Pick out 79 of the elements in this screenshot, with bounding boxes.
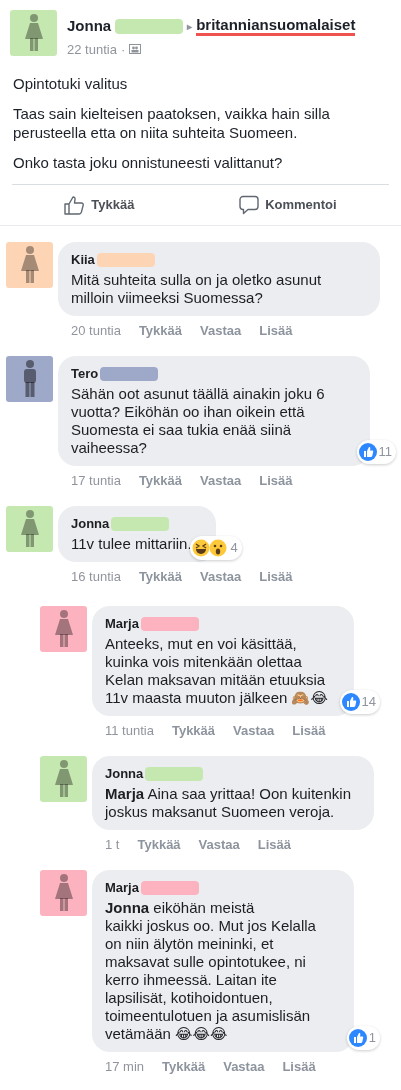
avatar[interactable] xyxy=(40,870,87,916)
group-name-link[interactable]: britanniansuomalaiset xyxy=(196,16,356,36)
comment-action-link[interactable]: Vastaa xyxy=(223,1056,265,1076)
thumbs-up-icon xyxy=(64,195,86,215)
reaction-count-pill[interactable]: 14 xyxy=(339,690,380,714)
comment-action-link[interactable]: Vastaa xyxy=(200,566,242,586)
comment-action-link[interactable]: Lisää xyxy=(257,834,292,854)
avatar[interactable] xyxy=(40,606,87,652)
comment-text: 11v tulee mittariin. xyxy=(71,534,192,552)
comment-time[interactable]: 20 tuntia xyxy=(71,320,121,340)
person-icon xyxy=(54,610,73,648)
comment-time[interactable]: 16 tuntia xyxy=(71,566,121,586)
comment-action-link[interactable]: Tykkää xyxy=(171,720,216,740)
comment-time[interactable]: 17 tuntia xyxy=(71,470,121,490)
commenter-name[interactable]: Marja xyxy=(105,614,139,634)
comment-action-link[interactable]: Tykkää xyxy=(138,320,182,340)
post-paragraph: Onko tasta joku onnistuneesti valittanut? xyxy=(13,153,284,172)
redacted-name xyxy=(100,366,159,381)
commenter-name[interactable]: Jonna xyxy=(71,514,110,534)
dot-separator: · xyxy=(120,40,126,59)
comment-text: Anteeks, mut en voi käsittää, kuinka vois mitenkään olettaa Kelan maksavan mitään etuuksia 11v maasta muuton jälkeen 🙈😂 xyxy=(105,634,329,706)
post-time[interactable]: 22 tuntia xyxy=(67,39,117,59)
reaction-count-pill[interactable]: 11 xyxy=(356,440,396,464)
avatar[interactable] xyxy=(40,756,87,802)
comment-action-link[interactable]: Tykkää xyxy=(137,834,181,854)
reaction-count-pill[interactable]: 1 xyxy=(346,1026,380,1050)
laughing-emoji-icon xyxy=(192,538,211,557)
avatar[interactable] xyxy=(6,506,53,552)
person-icon xyxy=(20,246,39,284)
comment-action-link[interactable]: Vastaa xyxy=(233,720,275,740)
comment-action-link[interactable]: Tykkää xyxy=(138,470,182,490)
avatar[interactable] xyxy=(10,10,57,56)
post-title: Opintotuki valitus xyxy=(13,74,129,93)
person-icon xyxy=(20,510,39,548)
like-reaction-icon xyxy=(341,692,360,711)
surprised-emoji-icon xyxy=(209,538,228,557)
comment-action-link[interactable]: Lisää xyxy=(259,470,293,490)
like-button[interactable]: Tykkää xyxy=(64,195,135,215)
comment-action-link[interactable]: Lisää xyxy=(259,566,293,586)
comment-text: Marja Aina saa yrittaa! Oon kuitenkin joskus maksanut Suomeen veroja. xyxy=(105,784,351,820)
comment-time[interactable]: 11 tuntia xyxy=(105,720,154,740)
reaction-count-pill[interactable]: 4 xyxy=(190,536,242,560)
comment-action-link[interactable]: Lisää xyxy=(282,1056,316,1076)
person-icon xyxy=(54,760,73,798)
redacted-name xyxy=(115,18,184,34)
like-reaction-icon xyxy=(348,1028,367,1047)
person-icon xyxy=(24,14,43,52)
comment-action-link[interactable]: Tykkää xyxy=(162,1056,206,1076)
commenter-name[interactable]: Tero xyxy=(71,364,99,384)
commenter-name[interactable]: Kiia xyxy=(71,250,95,270)
comment-action-link[interactable]: Vastaa xyxy=(200,320,242,340)
redacted-name xyxy=(140,616,199,631)
comment-text: Jonna eiköhän meistä kaikki joskus oo. Mut jos Kelalla on niin älytön meininki, et maksavat sulle opintotukee, ni kerro ihmeessä. Laitan ite lapsilisät, kotihoidontuen, toimeentulotuen ja asumislisän vetämään 😂😂😂 xyxy=(105,898,316,1042)
commenter-name[interactable]: Jonna xyxy=(105,764,144,784)
avatar[interactable] xyxy=(6,242,53,288)
author-name[interactable]: Jonna xyxy=(67,15,112,38)
redacted-name xyxy=(111,516,170,531)
comment-text: Mitä suhteita sulla on ja oletko asunut milloin viimeeksi Suomessa? xyxy=(71,270,322,306)
comment-action-link[interactable]: Lisää xyxy=(259,320,293,340)
comment-text: Sähän oot asunut täällä ainakin joku 6 vuotta? Eiköhän oo ihan oikein että Suomesta ei saa tukia enää siinä vaiheessa? xyxy=(71,384,325,456)
comment-action-link[interactable]: Lisää xyxy=(292,720,326,740)
comment-time[interactable]: 1 t xyxy=(105,834,120,854)
avatar[interactable] xyxy=(6,356,53,402)
comment-time[interactable]: 17 min xyxy=(105,1056,145,1076)
like-reaction-icon xyxy=(358,442,377,461)
person-icon xyxy=(22,360,37,398)
commenter-name[interactable]: Marja xyxy=(105,878,139,898)
group-audience-icon xyxy=(129,44,142,55)
person-icon xyxy=(54,874,73,912)
post-paragraph: Taas sain kielteisen paatoksen, vaikka hain silla perusteella etta on niita suhteita Suomeen. xyxy=(13,104,331,142)
arrow-separator: ▸ xyxy=(187,19,193,34)
speech-bubble-icon xyxy=(239,195,260,215)
redacted-name xyxy=(140,880,199,895)
redacted-name xyxy=(145,766,204,781)
comment-action-link[interactable]: Vastaa xyxy=(198,834,240,854)
comment-button[interactable]: Kommentoi xyxy=(239,195,337,215)
redacted-name xyxy=(96,252,155,267)
comment-action-link[interactable]: Tykkää xyxy=(138,566,182,586)
comment-action-link[interactable]: Vastaa xyxy=(200,470,242,490)
